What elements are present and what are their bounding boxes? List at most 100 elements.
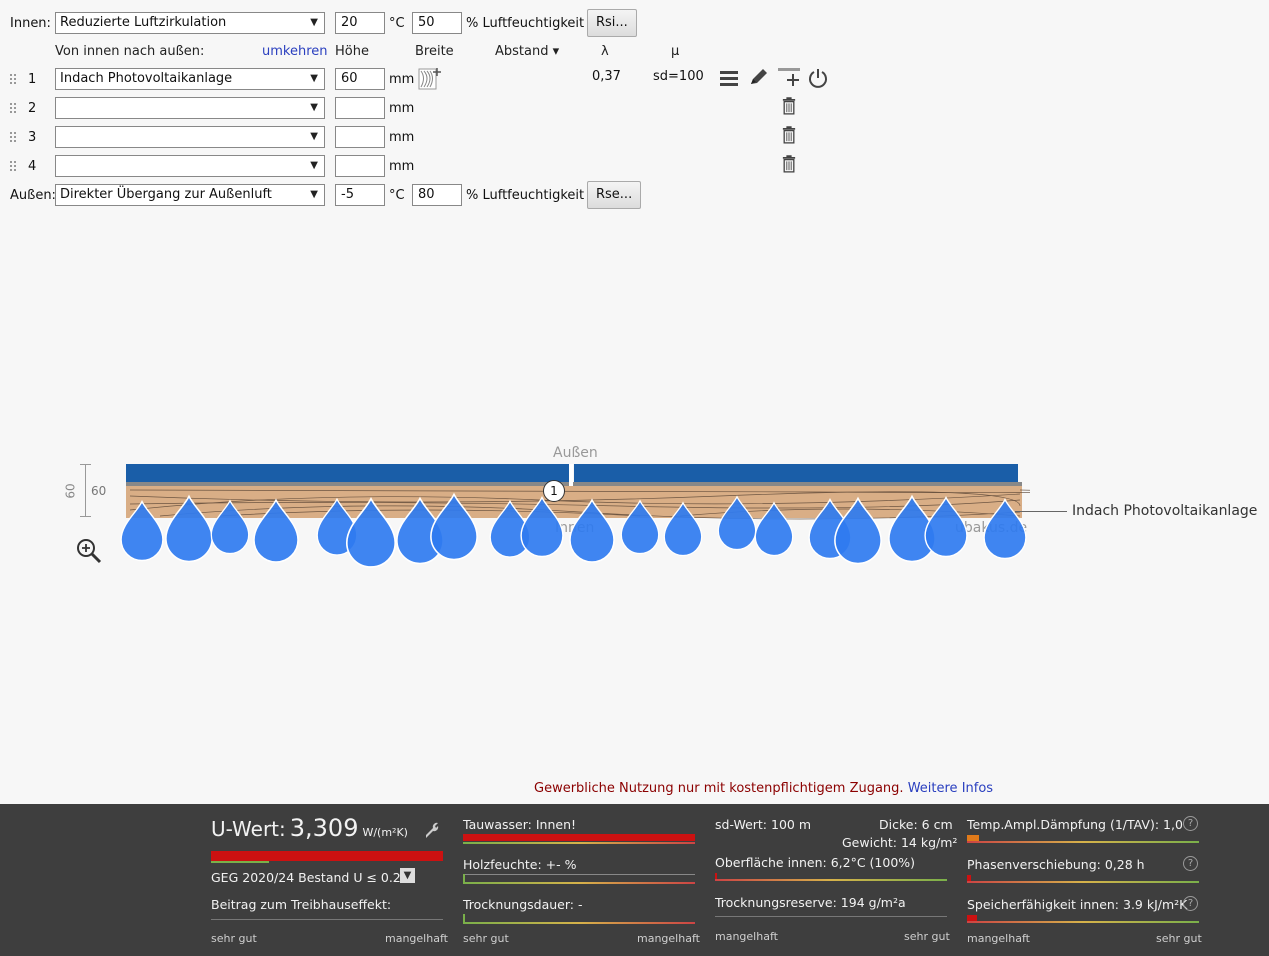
dimension-label: 60 (91, 484, 107, 498)
inside-temp-unit: °C (389, 16, 405, 31)
drag-handle-icon[interactable] (10, 74, 16, 84)
geg-requirement: GEG 2020/24 Bestand U ≤ 0.24 (211, 870, 409, 885)
condensate-label: Tauwasser: Innen! (463, 817, 577, 832)
sd-value: sd-Wert: 100 m (715, 817, 812, 832)
layer-number: 4 (28, 159, 37, 174)
damping-scale (967, 841, 1199, 843)
inside-humidity-input[interactable]: 50 (412, 12, 462, 34)
rsi-button[interactable]: Rsi... (587, 9, 637, 37)
layer-lambda: 0,37 (592, 69, 621, 84)
outside-transition-select[interactable]: Direkter Übergang zur Außenluft ▼ (55, 184, 325, 206)
chevron-down-icon: ▼ (310, 131, 318, 142)
outside-label: Außen: (10, 188, 56, 203)
outside-humidity-input[interactable]: 80 (412, 184, 462, 206)
scale-bad: mangelhaft (715, 930, 778, 943)
chevron-down-icon: ▼ (310, 160, 318, 171)
condensation-drops (120, 493, 1027, 568)
wood-moisture-label: Holzfeuchte: +- % (463, 857, 577, 872)
drag-handle-icon[interactable] (10, 103, 16, 113)
greenhouse-label: Beitrag zum Treibhauseffekt: (211, 897, 392, 912)
layer-unit: mm (389, 130, 415, 145)
outside-humidity-label: % Luftfeuchtigkeit (466, 188, 585, 203)
results-panel: U-Wert: 3,309 W/(m²K) GEG 2020/24 Bestan… (0, 804, 1269, 956)
menu-icon[interactable] (719, 69, 739, 87)
layer-callout[interactable]: Indach Photovoltaikanlage (1072, 503, 1257, 519)
more-info-link[interactable]: Weitere Infos (908, 781, 993, 796)
layer-thickness-input[interactable]: 60 (335, 68, 385, 90)
drying-reserve-bar (715, 916, 947, 917)
chevron-down-icon: ▼ (310, 102, 318, 113)
layer-thickness-input[interactable] (335, 97, 385, 119)
scale-good: sehr gut (1156, 932, 1202, 945)
u-value-block: U-Wert: 3,309 W/(m²K) (211, 814, 408, 842)
pencil-icon[interactable] (748, 67, 770, 87)
chevron-down-icon: ▼ (310, 189, 318, 200)
wrench-icon[interactable] (423, 820, 441, 838)
trash-icon[interactable] (782, 97, 796, 115)
damping-label: Temp.Ampl.Dämpfung (1/TAV): 1,0 (967, 817, 1183, 832)
weight-value: Gewicht: 14 kg/m² (842, 835, 958, 850)
chevron-down-icon: ▼ (310, 73, 318, 84)
layer-unit: mm (389, 159, 415, 174)
condensate-bar (463, 834, 695, 841)
notice-text: Gewerbliche Nutzung nur mit kostenpflich… (534, 781, 904, 796)
scale-good: sehr gut (463, 932, 509, 945)
layer-thickness-input[interactable] (335, 126, 385, 148)
drying-bar (463, 914, 465, 922)
layer-marker[interactable]: 1 (543, 480, 565, 502)
inside-transition-select[interactable]: Reduzierte Luftzirkulation ▼ (55, 12, 325, 34)
col-height: Höhe (335, 44, 369, 59)
help-icon[interactable]: ? (1183, 896, 1198, 911)
geg-dropdown-icon[interactable]: ▼ (400, 868, 415, 883)
surface-temp-scale (715, 879, 947, 881)
trash-icon[interactable] (782, 126, 796, 144)
col-mu: μ (671, 44, 680, 59)
inside-humidity-label: % Luftfeuchtigkeit (466, 16, 585, 31)
rse-button[interactable]: Rse... (587, 181, 642, 209)
drag-handle-icon[interactable] (10, 132, 16, 142)
outside-temp-input[interactable]: -5 (335, 184, 385, 206)
inside-label: Innen: (10, 16, 51, 31)
layer-number: 2 (28, 101, 37, 116)
phase-shift-label: Phasenverschiebung: 0,28 h (967, 857, 1145, 872)
layer-mu: sd=100 (653, 69, 704, 84)
callout-line (1015, 511, 1067, 512)
dimension-rotated-label: 60 (63, 483, 78, 499)
add-layer-icon[interactable] (777, 66, 803, 88)
scale-bad: mangelhaft (967, 932, 1030, 945)
power-icon[interactable] (807, 67, 829, 89)
condensate-scale (463, 842, 695, 844)
layer-number: 3 (28, 130, 37, 145)
zoom-in-icon[interactable] (76, 538, 102, 564)
col-spacing[interactable]: Abstand ▾ (495, 44, 559, 59)
u-value-scale (211, 861, 269, 863)
wood-moisture-marker (463, 874, 465, 882)
surface-temp-label: Oberfläche innen: 6,2°C (100%) (715, 855, 916, 870)
storage-label: Speicherfähigkeit innen: 3.9 kJ/m²K (967, 897, 1188, 912)
dimension-line (85, 464, 86, 517)
greenhouse-bar (211, 919, 443, 920)
col-lambda: λ (601, 44, 609, 59)
u-value-rating-bar (211, 851, 443, 861)
dimension-tick (80, 516, 91, 517)
u-value: 3,309 (289, 814, 359, 842)
drag-handle-icon[interactable] (10, 161, 16, 171)
trash-icon[interactable] (782, 155, 796, 173)
scale-bad: mangelhaft (637, 932, 700, 945)
help-icon[interactable]: ? (1183, 856, 1198, 871)
commercial-notice: Gewerbliche Nutzung nur mit kostenpflich… (534, 781, 993, 796)
layer-material-select[interactable]: ▼ (55, 155, 325, 177)
help-icon[interactable]: ? (1183, 816, 1198, 831)
layer-material-select[interactable]: ▼ (55, 126, 325, 148)
layer-material-select[interactable]: ▼ (55, 97, 325, 119)
inside-temp-input[interactable]: 20 (335, 12, 385, 34)
layer-thickness-input[interactable] (335, 155, 385, 177)
reverse-link[interactable]: umkehren (262, 44, 328, 59)
thickness-value: Dicke: 6 cm (879, 817, 953, 832)
layer-unit: mm (389, 101, 415, 116)
scale-good: sehr gut (211, 932, 257, 945)
wood-moisture-scale (463, 882, 695, 884)
wood-grain-add-icon[interactable] (418, 66, 442, 92)
phase-shift-scale (967, 881, 1199, 883)
layer-material-select[interactable]: Indach Photovoltaikanlage ▼ (55, 68, 325, 90)
